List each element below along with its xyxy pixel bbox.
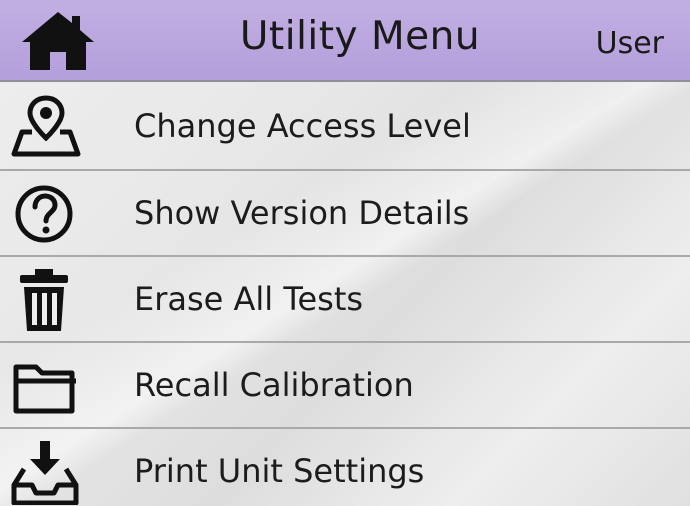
utility-menu-screen: Utility Menu User Change Access Level Sh… — [0, 0, 690, 506]
header-bar: Utility Menu User — [0, 0, 690, 82]
menu-item-label: Recall Calibration — [134, 366, 414, 404]
folder-icon — [10, 353, 82, 419]
menu-item-label: Erase All Tests — [134, 280, 364, 318]
menu-item-erase-all-tests[interactable]: Erase All Tests — [0, 257, 690, 343]
trash-icon — [10, 267, 82, 333]
question-circle-icon — [10, 181, 82, 247]
download-tray-icon — [10, 439, 82, 505]
menu-item-print-unit-settings[interactable]: Print Unit Settings — [0, 429, 690, 506]
home-button[interactable] — [18, 8, 98, 74]
page-title: Utility Menu — [239, 14, 481, 59]
menu-item-label: Show Version Details — [134, 194, 470, 232]
menu-item-show-version-details[interactable]: Show Version Details — [0, 171, 690, 257]
menu-item-change-access-level[interactable]: Change Access Level — [0, 82, 690, 171]
access-level-label: User — [595, 26, 664, 61]
menu-item-label: Print Unit Settings — [134, 452, 425, 490]
menu-item-label: Change Access Level — [134, 106, 471, 145]
map-pin-icon — [10, 92, 82, 158]
home-icon — [22, 12, 94, 70]
menu-list: Change Access Level Show Version Details — [0, 82, 690, 506]
menu-item-recall-calibration[interactable]: Recall Calibration — [0, 343, 690, 429]
